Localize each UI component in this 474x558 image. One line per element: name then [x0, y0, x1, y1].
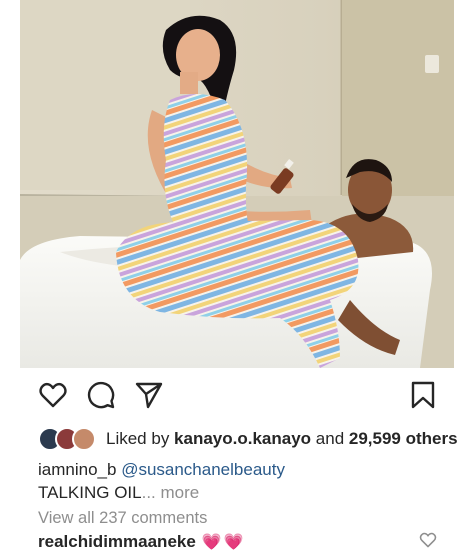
- caption-more-link[interactable]: ... more: [142, 483, 200, 502]
- view-all-comments-link[interactable]: View all 237 comments: [38, 509, 207, 528]
- paper-plane-icon[interactable]: [134, 380, 164, 410]
- comment-username[interactable]: realchidimmaaneke: [38, 532, 196, 551]
- caption-line: iamnino_b @susanchanelbeauty: [38, 460, 285, 480]
- instagram-post-card: Liked by kanayo.o.kanayo and 29,599 othe…: [0, 0, 474, 558]
- heart-outline-icon[interactable]: [38, 380, 68, 410]
- caption-mention[interactable]: @susanchanelbeauty: [121, 460, 285, 479]
- small-heart-outline-icon[interactable]: [419, 531, 437, 549]
- post-actions-bar: [0, 376, 474, 416]
- liked-by-count[interactable]: 29,599 others: [349, 429, 458, 448]
- liked-by-prefix: Liked by: [106, 429, 175, 448]
- comment-text: 💗💗: [201, 534, 246, 551]
- caption-username[interactable]: iamnino_b: [38, 460, 116, 479]
- avatar: [72, 427, 96, 451]
- likes-row: Liked by kanayo.o.kanayo and 29,599 othe…: [38, 426, 474, 454]
- comment-bubble-icon[interactable]: [86, 380, 116, 410]
- bookmark-icon[interactable]: [408, 380, 438, 410]
- caption-text: TALKING OIL: [38, 483, 142, 502]
- liker-avatars[interactable]: [38, 427, 98, 453]
- comment-row: realchidimmaaneke 💗💗: [38, 532, 246, 552]
- post-photo[interactable]: [20, 0, 454, 368]
- liked-by-and: and: [311, 429, 349, 448]
- liked-by-text: Liked by kanayo.o.kanayo and 29,599 othe…: [106, 429, 458, 449]
- caption-text-line: TALKING OIL... more: [38, 483, 199, 503]
- liked-by-user[interactable]: kanayo.o.kanayo: [174, 429, 311, 448]
